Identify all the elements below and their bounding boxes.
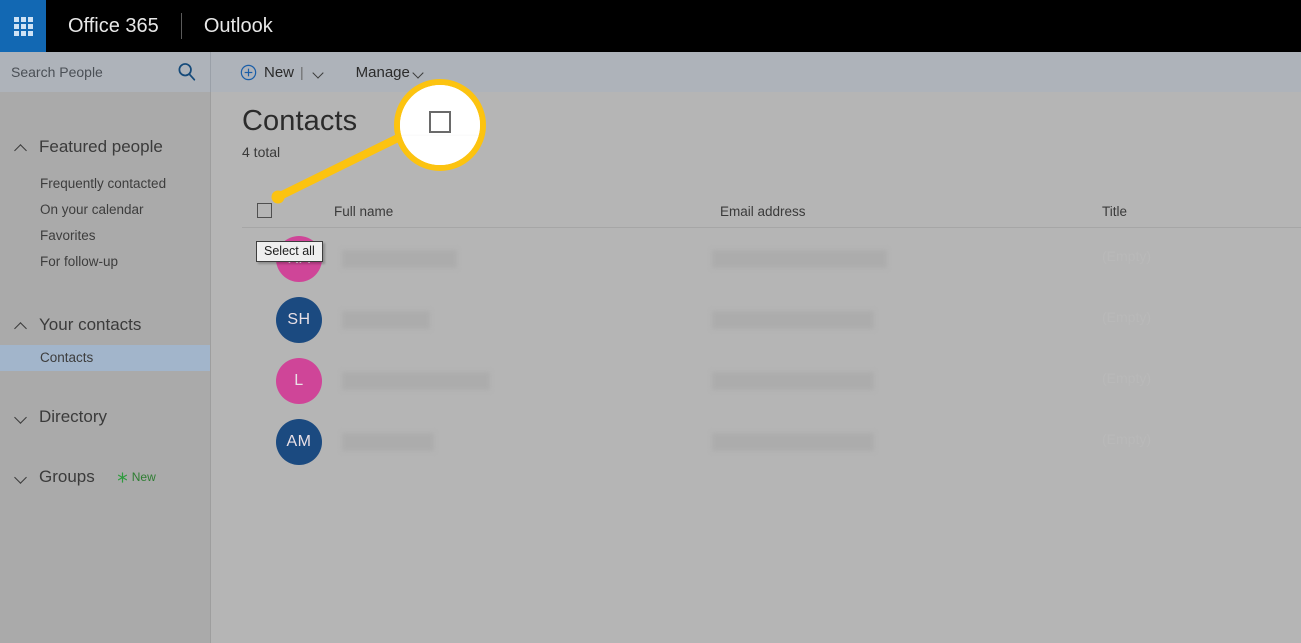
contacts-list: RA (Empty) SH (Empty) L (Empty) AM <box>242 228 1301 472</box>
contact-name-redacted <box>342 433 434 451</box>
main-content: Contacts 4 total Full name Email address… <box>212 92 1301 643</box>
avatar: SH <box>276 297 322 343</box>
new-separator: | <box>300 64 304 80</box>
table-row[interactable]: RA (Empty) <box>242 228 1301 289</box>
callout-magnifier-content <box>400 85 480 165</box>
sidebar-group-label: Featured people <box>39 137 163 156</box>
app-name-outlook[interactable]: Outlook <box>182 0 295 52</box>
contact-email-redacted <box>712 311 874 329</box>
magnified-select-all-checkbox <box>429 110 451 133</box>
select-all-checkbox[interactable] <box>257 203 272 218</box>
sidebar-item-on-your-calendar[interactable]: On your calendar <box>0 197 210 223</box>
contact-title: (Empty) <box>1102 309 1151 325</box>
sidebar-item-frequently-contacted[interactable]: Frequently contacted <box>0 171 210 197</box>
sidebar-item-favorites[interactable]: Favorites <box>0 223 210 249</box>
waffle-icon <box>13 16 33 36</box>
table-row[interactable]: SH (Empty) <box>242 289 1301 350</box>
manage-button-label: Manage <box>355 63 410 81</box>
contact-email-redacted <box>712 372 874 390</box>
column-header-full-name[interactable]: Full name <box>334 204 393 219</box>
plus-circle-icon <box>240 64 257 80</box>
brand-office365[interactable]: Office 365 <box>46 0 181 52</box>
chevron-down-icon <box>14 413 28 422</box>
sidebar-group-featured-people[interactable]: Featured people <box>0 134 210 160</box>
avatar: AM <box>276 419 322 465</box>
page-title: Contacts <box>242 105 358 137</box>
chevron-down-icon[interactable] <box>313 69 324 76</box>
sidebar-item-contacts[interactable]: Contacts <box>0 345 210 371</box>
contact-name-redacted <box>342 372 490 390</box>
column-header-email-address[interactable]: Email address <box>720 204 806 219</box>
sidebar-group-label: Directory <box>39 407 108 426</box>
table-row[interactable]: L (Empty) <box>242 350 1301 411</box>
groups-new-badge[interactable]: New <box>117 470 156 484</box>
sidebar-group-groups[interactable]: Groups New <box>0 464 210 490</box>
contact-email-redacted <box>712 250 887 268</box>
search-icon[interactable] <box>176 61 198 83</box>
sidebar-group-your-contacts[interactable]: Your contacts <box>0 312 210 338</box>
avatar: L <box>276 358 322 404</box>
select-all-tooltip: Select all <box>256 241 323 262</box>
chevron-down-icon <box>14 473 28 482</box>
sidebar-group-label: Your contacts <box>39 315 142 334</box>
top-navigation-bar: Office 365 Outlook <box>0 0 1301 52</box>
sidebar-group-directory[interactable]: Directory <box>0 404 210 430</box>
chevron-down-icon[interactable] <box>413 69 424 76</box>
sidebar-item-for-follow-up[interactable]: For follow-up <box>0 249 210 275</box>
chevron-up-icon <box>14 321 28 330</box>
contact-name-redacted <box>342 311 430 329</box>
contact-count: 4 total <box>242 144 281 160</box>
new-button-label: New <box>264 63 295 81</box>
command-bar-actions: New | Manage <box>211 52 424 92</box>
chevron-up-icon <box>14 143 28 152</box>
app-launcher-button[interactable] <box>0 0 46 52</box>
table-row[interactable]: AM (Empty) <box>242 411 1301 472</box>
command-bar: New | Manage <box>0 52 1301 92</box>
sidebar-group-label: Groups <box>39 467 95 486</box>
search-zone <box>0 52 211 92</box>
sparkle-icon <box>117 471 127 483</box>
contact-email-redacted <box>712 433 874 451</box>
groups-new-badge-label: New <box>131 470 156 484</box>
outlook-people-window: Office 365 Outlook New | <box>0 0 1301 643</box>
column-header-title[interactable]: Title <box>1102 204 1127 219</box>
callout-magnifier <box>394 79 486 171</box>
search-input[interactable] <box>0 52 173 92</box>
contact-title: (Empty) <box>1102 248 1151 264</box>
manage-button[interactable]: Manage <box>356 64 424 81</box>
new-button[interactable]: New | <box>240 64 324 81</box>
contact-title: (Empty) <box>1102 370 1151 386</box>
contact-title: (Empty) <box>1102 431 1151 447</box>
table-header-row: Full name Email address Title <box>242 193 1301 228</box>
left-sidebar: Featured people Frequently contacted On … <box>0 92 211 643</box>
contact-name-redacted <box>342 250 457 268</box>
